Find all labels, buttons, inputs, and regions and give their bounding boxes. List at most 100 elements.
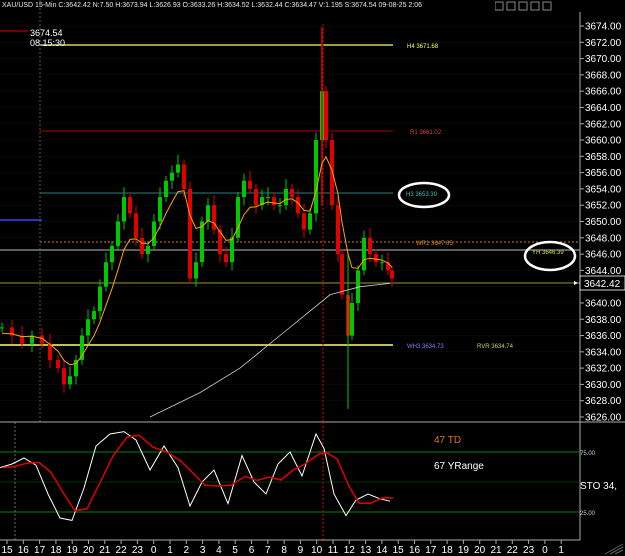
ohlc-readout: XAU/USD 15-Min C:3642.42 N:7.50 H:3673.9… xyxy=(2,2,423,9)
time-tick-label: 15 xyxy=(393,545,405,556)
price-tick-label: 3644.00 xyxy=(585,266,622,277)
time-tick-label: 3 xyxy=(200,545,206,556)
price-tick-label: 3638.00 xyxy=(585,315,622,326)
r1-label: R1 3661.02 xyxy=(410,130,442,136)
candle-body xyxy=(68,376,72,385)
candle-body xyxy=(152,221,156,246)
time-tick-label: 12 xyxy=(344,545,356,556)
time-tick-label: 0 xyxy=(151,545,157,556)
time-tick-label: 21 xyxy=(99,545,111,556)
time-tick-label: 22 xyxy=(507,545,519,556)
candle-body xyxy=(254,188,258,206)
time-tick-label: 4 xyxy=(216,545,222,556)
price-tick-label: 3650.00 xyxy=(585,217,622,228)
candle-body xyxy=(224,254,228,263)
price-tick-label: 3634.00 xyxy=(585,347,622,358)
candle-body xyxy=(340,254,344,295)
crosshair-time-label: 08 15:30 xyxy=(30,38,65,48)
time-tick-label: 18 xyxy=(50,545,62,556)
toolbar-icon[interactable] xyxy=(495,1,504,11)
sto-label: STO 34, xyxy=(580,481,617,492)
toolbar-icon[interactable] xyxy=(506,1,516,11)
candle-body xyxy=(164,180,168,198)
osc-25-label: 25.00 xyxy=(580,511,596,517)
candle-body xyxy=(200,221,204,263)
toolbar-icon[interactable] xyxy=(530,1,540,11)
rvr-label: RVR 3634.74 xyxy=(477,344,514,350)
candle-body xyxy=(56,359,60,369)
candle-body xyxy=(230,237,234,263)
time-axis[interactable]: 15 16 17 18 19 20 21 22 23 0 1 2 3 4 5 6 7 8 9 10 11 12 13 14 15… xyxy=(1,540,564,556)
candle-body xyxy=(92,311,96,320)
yrange-label: 67 YRange xyxy=(434,461,484,472)
candles xyxy=(0,26,394,409)
price-tick-label: 3664.00 xyxy=(585,103,622,114)
time-tick-label: 23 xyxy=(523,545,535,556)
candle-body xyxy=(284,188,288,206)
time-tick-label: 9 xyxy=(298,545,304,556)
yh-label: YH 3646.39 xyxy=(532,250,564,256)
current-price-arrow xyxy=(574,281,578,285)
candle-body xyxy=(140,237,144,255)
time-tick-label: 7 xyxy=(265,545,271,556)
candle-body xyxy=(122,197,126,222)
time-tick-label: 17 xyxy=(34,545,46,556)
osc-75-label: 75.00 xyxy=(580,451,596,457)
h4-label: H4 3671.68 xyxy=(407,44,439,50)
price-tick-label: 3632.00 xyxy=(585,364,622,375)
time-tick-label: 23 xyxy=(132,545,144,556)
candle-body xyxy=(330,140,334,206)
time-tick-label: 6 xyxy=(249,545,255,556)
time-tick-label: 19 xyxy=(67,545,79,556)
candle-body xyxy=(86,319,90,336)
candle-body xyxy=(146,245,150,255)
time-tick-label: 20 xyxy=(474,545,486,556)
price-tick-label: 3630.00 xyxy=(585,380,622,391)
price-axis[interactable]: 3674.00 3672.00 3670.00 3668.00 3666.00 3664.… xyxy=(580,22,622,424)
time-tick-label: 8 xyxy=(281,545,287,556)
candle-body xyxy=(266,197,270,199)
candle-body xyxy=(116,221,120,246)
toolbar-icon[interactable] xyxy=(542,1,552,11)
candle-body xyxy=(308,213,312,230)
price-tick-label: 3646.00 xyxy=(585,250,622,261)
candle-body xyxy=(336,205,340,255)
candle-body xyxy=(134,213,138,238)
resize-grip-icon[interactable] xyxy=(604,543,624,555)
candle-body xyxy=(290,188,294,198)
time-tick-label: 10 xyxy=(311,545,323,556)
price-tick-label: 3654.00 xyxy=(585,184,622,195)
time-tick-label: 20 xyxy=(83,545,95,556)
candle-body xyxy=(194,262,198,279)
candle-body xyxy=(170,172,174,181)
candle-body xyxy=(236,197,240,238)
candle-body xyxy=(0,327,4,329)
price-chart[interactable]: H4 3671.68 R1 3661.02 H3 3653.30 WR1 364… xyxy=(0,0,625,556)
time-tick-label: 0 xyxy=(542,545,548,556)
yh-highlight-ring xyxy=(523,240,577,272)
candle-body xyxy=(62,368,66,385)
time-tick-label: 1 xyxy=(558,545,564,556)
price-tick-label: 3662.00 xyxy=(585,119,622,130)
price-tick-label: 3648.00 xyxy=(585,233,622,244)
candle-body xyxy=(176,164,180,173)
time-tick-label: 16 xyxy=(409,545,421,556)
crosshair-price-label: 3674.54 xyxy=(30,28,63,38)
wh3-label: WH3 3634.73 xyxy=(407,344,444,350)
price-tick-label: 3636.00 xyxy=(585,331,622,342)
time-tick-label: 19 xyxy=(458,545,470,556)
toolbar-icon[interactable] xyxy=(518,1,528,11)
price-tick-label: 3672.00 xyxy=(585,38,622,49)
candle-body xyxy=(128,197,132,214)
h3-label: H3 3653.30 xyxy=(406,192,438,198)
candle-body xyxy=(158,197,162,222)
time-tick-label: 1 xyxy=(167,545,173,556)
candle-body xyxy=(362,237,366,271)
candle-body xyxy=(206,205,210,222)
candle-body xyxy=(324,91,328,141)
header-icons xyxy=(495,1,552,11)
candle-body xyxy=(374,254,378,263)
time-tick-label: 13 xyxy=(360,545,372,556)
time-tick-label: 5 xyxy=(232,545,238,556)
time-tick-label: 18 xyxy=(442,545,454,556)
